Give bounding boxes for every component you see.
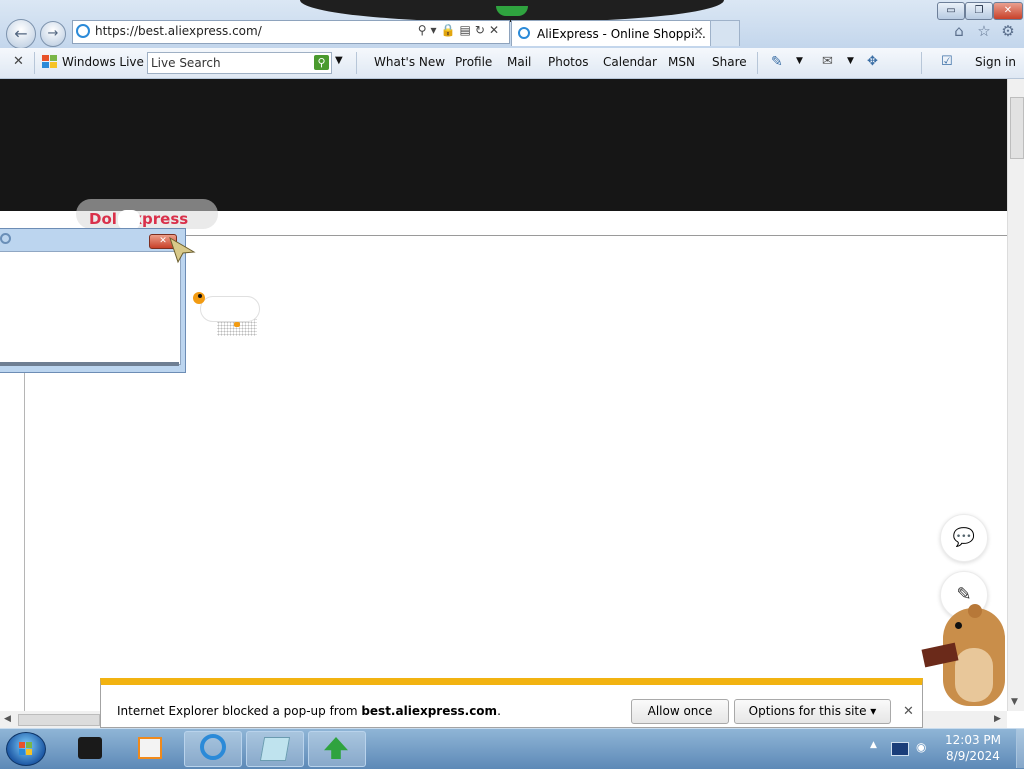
divider (356, 52, 357, 74)
hamster-eye (955, 622, 962, 629)
tab-close-icon[interactable]: ✕ (693, 25, 704, 40)
feeds-dropdown-icon[interactable]: ▼ (796, 56, 803, 66)
link-photos[interactable]: Photos (548, 55, 588, 69)
goose-foot (234, 322, 240, 327)
goose-eye (198, 294, 202, 298)
popup-magnifier-icon (0, 233, 11, 244)
chat-button[interactable]: 💬 (940, 514, 988, 562)
link-mail[interactable]: Mail (507, 55, 531, 69)
search-go-icon[interactable]: ⚲ (314, 55, 329, 70)
popup-body (0, 251, 181, 365)
hero-banner (0, 79, 1007, 211)
show-desktop-button[interactable] (1016, 729, 1024, 768)
clock-time: 12:03 PM (945, 733, 1001, 747)
scroll-down-icon[interactable]: ▼ (1011, 697, 1018, 707)
webcam-indicator (496, 6, 528, 16)
tab-aliexpress[interactable]: AliExpress - Online Shoppi... ✕ (511, 20, 711, 46)
cursor-arrow-icon (168, 236, 196, 267)
lock-icon[interactable]: 🔒 (441, 23, 460, 37)
windows-live-link[interactable]: Windows Live (62, 55, 144, 69)
new-tab-button[interactable] (710, 20, 740, 46)
tray-expand-icon[interactable]: ▲ (870, 740, 877, 750)
link-share[interactable]: Share (712, 55, 747, 69)
arrow-right-icon: → (47, 26, 59, 41)
search-icon[interactable]: ⚲ (418, 23, 431, 37)
translate-icon[interactable]: ✥ (867, 54, 878, 69)
dropdown-icon[interactable]: ▾ (431, 23, 441, 37)
divider (34, 52, 35, 74)
gear-icon[interactable]: ⚙ (999, 22, 1017, 40)
start-button[interactable] (6, 732, 46, 766)
hamster-ear (968, 604, 982, 618)
toolbar-close-icon[interactable]: ✕ (13, 54, 24, 69)
internet-explorer-icon (200, 734, 226, 760)
allow-once-button[interactable]: Allow once (631, 699, 729, 724)
goose-icon (200, 296, 260, 322)
clock-date: 8/9/2024 (946, 749, 1000, 763)
live-search-input[interactable]: Live Search ⚲ (147, 52, 332, 74)
ie-page-icon (76, 24, 90, 38)
popup-window[interactable]: ✕ (0, 228, 186, 373)
windows-logo-icon (42, 55, 58, 69)
address-url: https://best.aliexpress.com/ (95, 24, 262, 38)
ie-tab-icon (518, 27, 530, 39)
system-clock[interactable]: 12:03 PM 8/9/2024 (930, 732, 1016, 764)
minimize-button[interactable]: ▭ (937, 2, 965, 20)
star-icon[interactable]: ☆ (975, 22, 993, 40)
terminal-icon (78, 737, 102, 759)
pencil-icon: ✎ (956, 584, 972, 605)
link-whats-new[interactable]: What's New (374, 55, 445, 69)
windows-logo-icon (19, 742, 32, 755)
scrollbar-thumb[interactable] (1010, 97, 1024, 159)
search-dropdown-icon[interactable]: ▼ (335, 55, 343, 66)
live-search-placeholder: Live Search (151, 56, 221, 70)
address-bar[interactable]: https://best.aliexpress.com/ ⚲▾🔒▤↻✕ (72, 20, 510, 44)
feeds-icon[interactable]: ✎ (771, 54, 783, 70)
mail-dropdown-icon[interactable]: ▼ (847, 56, 854, 66)
media-player-icon (138, 737, 162, 759)
back-button[interactable]: ← (6, 19, 36, 49)
mail-icon[interactable]: ✉ (822, 54, 833, 69)
webcam-notch (300, 0, 724, 22)
options-for-site-button[interactable]: Options for this site ▾ (734, 699, 891, 724)
home-icon[interactable]: ⌂ (950, 22, 968, 40)
link-calendar[interactable]: Calendar (603, 55, 657, 69)
network-icon[interactable] (891, 742, 909, 756)
scroll-left-icon[interactable]: ◀ (4, 714, 11, 724)
divider (757, 52, 758, 74)
notification-site: best.aliexpress.com (361, 704, 498, 718)
notes-icon (259, 737, 291, 761)
maximize-button[interactable]: ❐ (965, 2, 993, 20)
stop-icon[interactable]: ✕ (489, 23, 503, 37)
forward-button[interactable]: → (40, 21, 66, 47)
popup-blocked-notification: Internet Explorer blocked a pop-up from … (100, 678, 923, 728)
close-window-button[interactable]: ✕ (993, 2, 1023, 20)
popup-status-bar (0, 362, 179, 366)
notification-message: Internet Explorer blocked a pop-up from … (117, 704, 501, 718)
scrollbar-thumb[interactable] (18, 714, 100, 726)
brand-occlusion (118, 210, 140, 230)
vertical-scrollbar[interactable] (1007, 79, 1024, 711)
compat-view-icon[interactable]: ▤ (460, 23, 475, 37)
link-msn[interactable]: MSN (668, 55, 695, 69)
notification-close-icon[interactable]: ✕ (903, 704, 914, 719)
divider (921, 52, 922, 74)
checkbox-icon[interactable]: ☑ (941, 54, 953, 69)
arrow-left-icon: ← (14, 24, 28, 43)
refresh-icon[interactable]: ↻ (475, 23, 489, 37)
tab-title: AliExpress - Online Shoppi... (537, 27, 706, 41)
link-profile[interactable]: Profile (455, 55, 492, 69)
hamster-belly (955, 648, 993, 702)
chat-icon: 💬 (952, 527, 976, 548)
sign-in-link[interactable]: Sign in (975, 55, 1016, 69)
scroll-right-icon[interactable]: ▶ (994, 714, 1001, 724)
volume-icon[interactable]: ◉ (916, 740, 926, 754)
address-tools: ⚲▾🔒▤↻✕ (418, 23, 503, 37)
